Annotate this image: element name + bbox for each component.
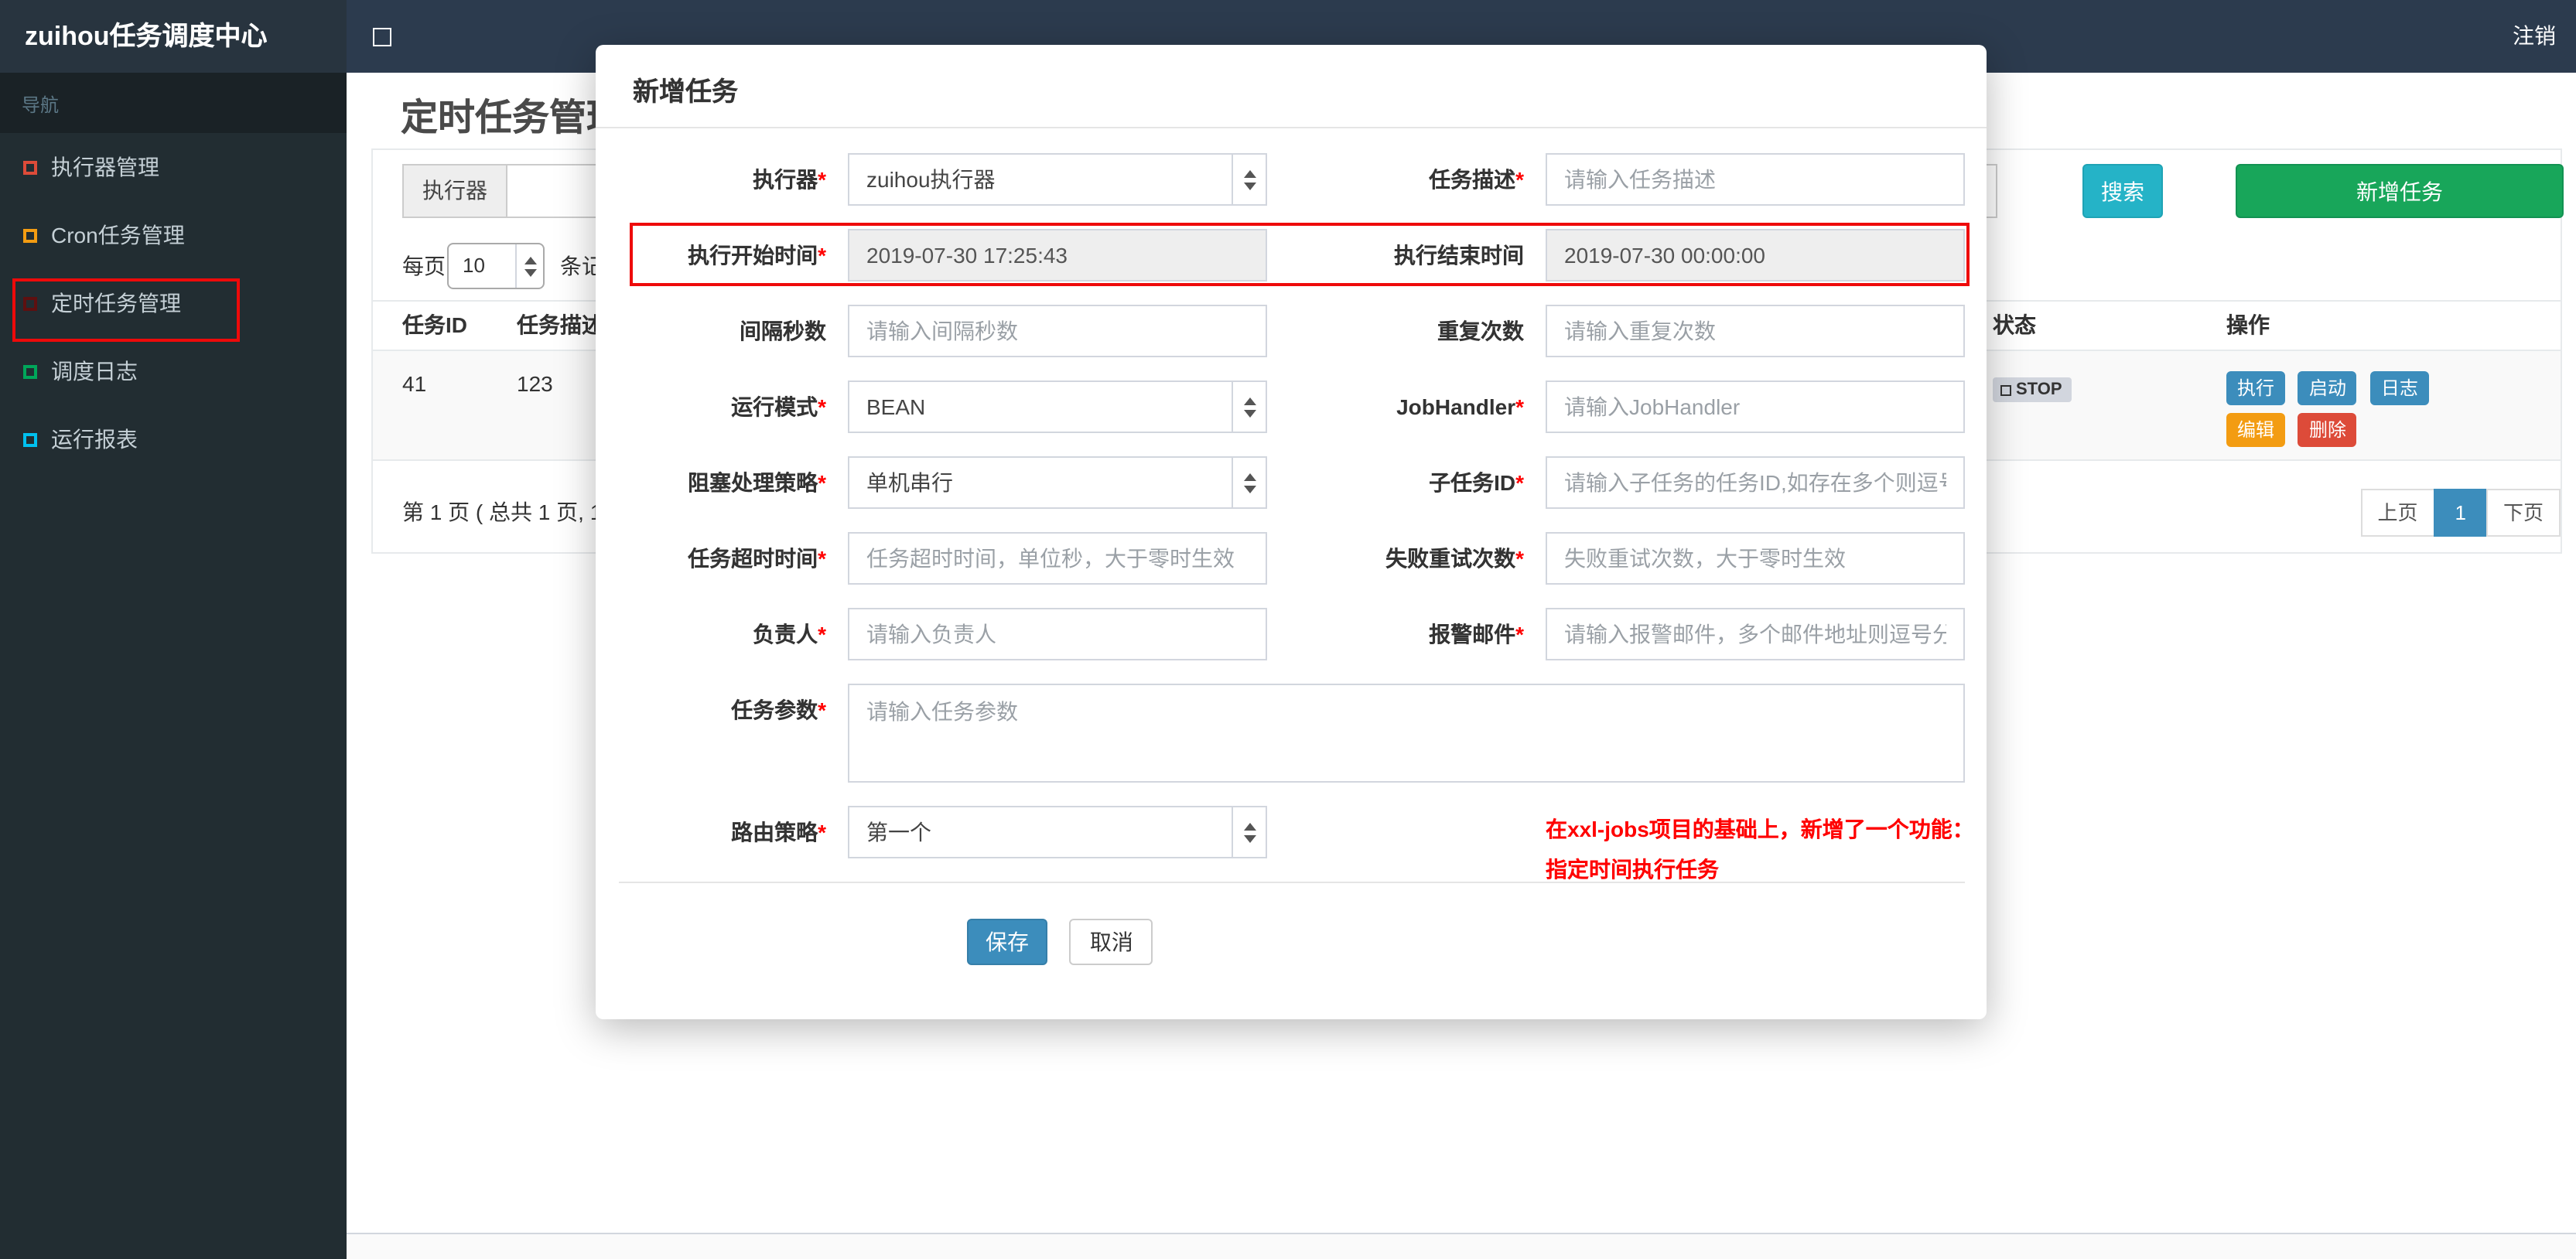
chevron-updown-icon bbox=[1232, 382, 1266, 432]
owner-input[interactable] bbox=[848, 608, 1267, 660]
add-task-button[interactable]: 新增任务 bbox=[2236, 164, 2564, 218]
modal-body: 执行器* zuihou执行器 任务描述* 执行开始时间* 执行结束时间 间隔秒数… bbox=[596, 128, 1987, 965]
interval-input[interactable] bbox=[848, 305, 1267, 357]
end-time-input[interactable] bbox=[1546, 229, 1965, 281]
executor-select[interactable]: zuihou执行器 bbox=[848, 153, 1267, 206]
timeout-label: 任务超时时间* bbox=[688, 546, 826, 571]
brand-title: zuihou任务调度中心 bbox=[0, 0, 347, 73]
start-time-input[interactable] bbox=[848, 229, 1267, 281]
repeat-count-label: 重复次数 bbox=[1437, 319, 1524, 343]
owner-label: 负责人* bbox=[753, 622, 826, 647]
chevron-updown-icon bbox=[515, 244, 543, 288]
jobhandler-input[interactable] bbox=[1546, 380, 1965, 433]
feature-note: 在xxl-jobs项目的基础上，新增了一个功能： 指定时间执行任务 bbox=[1546, 806, 1974, 882]
modal-footer: 保存 取消 bbox=[619, 883, 1965, 965]
status-badge: STOP bbox=[1993, 377, 2072, 402]
add-task-modal: 新增任务 执行器* zuihou执行器 任务描述* 执行开始时间* 执行结束时间… bbox=[596, 45, 1987, 1019]
block-strategy-label: 阻塞处理策略* bbox=[688, 470, 826, 495]
delete-button[interactable]: 删除 bbox=[2298, 413, 2357, 447]
sidebar: 导航 执行器管理 Cron任务管理 定时任务管理 调度日志 运行报表 bbox=[0, 73, 347, 1259]
start-time-label: 执行开始时间* bbox=[688, 243, 826, 268]
route-strategy-select[interactable]: 第一个 bbox=[848, 806, 1267, 858]
sidebar-item-run-report[interactable]: 运行报表 bbox=[0, 405, 347, 473]
sidebar-item-schedule-log[interactable]: 调度日志 bbox=[0, 337, 347, 405]
executor-filter-label: 执行器 bbox=[402, 164, 506, 218]
chevron-updown-icon bbox=[1232, 458, 1266, 507]
prev-page-button[interactable]: 上页 bbox=[2360, 489, 2435, 537]
row-actions: 执行 启动 日志 编辑 删除 bbox=[2226, 371, 2443, 455]
search-button[interactable]: 搜索 bbox=[2082, 164, 2163, 218]
modal-title: 新增任务 bbox=[633, 77, 738, 107]
col-header-actions: 操作 bbox=[2226, 312, 2270, 337]
sidebar-nav-label: 导航 bbox=[0, 73, 347, 133]
per-page-label: 每页 bbox=[402, 254, 446, 278]
square-icon bbox=[23, 364, 37, 378]
select-value: BEAN bbox=[866, 394, 926, 419]
page-footer bbox=[347, 1233, 2576, 1259]
sidebar-item-label: 执行器管理 bbox=[51, 155, 159, 179]
per-page-select[interactable]: 10 bbox=[447, 243, 545, 289]
sidebar-item-label: 调度日志 bbox=[51, 359, 138, 384]
sidebar-item-label: 定时任务管理 bbox=[51, 291, 181, 316]
alarm-email-label: 报警邮件* bbox=[1429, 622, 1524, 647]
repeat-count-input[interactable] bbox=[1546, 305, 1965, 357]
sidebar-item-label: Cron任务管理 bbox=[51, 223, 185, 247]
sidebar-item-label: 运行报表 bbox=[51, 427, 138, 452]
child-task-input[interactable] bbox=[1546, 456, 1965, 509]
square-icon bbox=[23, 160, 37, 174]
run-mode-select[interactable]: BEAN bbox=[848, 380, 1267, 433]
log-button[interactable]: 日志 bbox=[2369, 371, 2429, 405]
edit-button[interactable]: 编辑 bbox=[2226, 413, 2286, 447]
square-icon bbox=[23, 228, 37, 242]
stop-icon bbox=[2000, 384, 2011, 395]
cancel-button[interactable]: 取消 bbox=[1069, 919, 1153, 965]
select-value: 第一个 bbox=[866, 820, 931, 844]
execute-button[interactable]: 执行 bbox=[2226, 371, 2286, 405]
alarm-email-input[interactable] bbox=[1546, 608, 1965, 660]
chevron-updown-icon bbox=[1232, 807, 1266, 857]
page-title: 定时任务管理 bbox=[401, 97, 624, 139]
block-strategy-select[interactable]: 单机串行 bbox=[848, 456, 1267, 509]
feature-note-line2: 指定时间执行任务 bbox=[1546, 857, 1719, 882]
start-button[interactable]: 启动 bbox=[2298, 371, 2357, 405]
jobhandler-label: JobHandler* bbox=[1396, 394, 1524, 419]
timeout-input[interactable] bbox=[848, 532, 1267, 585]
square-icon bbox=[23, 432, 37, 446]
end-time-label: 执行结束时间 bbox=[1394, 243, 1524, 268]
page-1-button[interactable]: 1 bbox=[2433, 489, 2488, 537]
cell-task-desc: 123 bbox=[517, 371, 553, 396]
pagination: 上页 1 下页 bbox=[2360, 489, 2561, 537]
sidebar-toggle-icon[interactable] bbox=[373, 28, 391, 46]
modal-header: 新增任务 bbox=[596, 45, 1987, 128]
sidebar-item-cron-task-manage[interactable]: Cron任务管理 bbox=[0, 201, 347, 269]
select-value: 单机串行 bbox=[866, 470, 953, 495]
per-page-value: 10 bbox=[463, 254, 485, 277]
chevron-updown-icon bbox=[1232, 155, 1266, 204]
logout-link[interactable]: 注销 bbox=[2513, 0, 2556, 73]
child-task-label: 子任务ID* bbox=[1429, 470, 1524, 495]
route-strategy-label: 路由策略* bbox=[731, 820, 826, 844]
next-page-button[interactable]: 下页 bbox=[2485, 489, 2561, 537]
feature-note-line1: 在xxl-jobs项目的基础上，新增了一个功能： bbox=[1546, 817, 1974, 841]
select-value: zuihou执行器 bbox=[866, 167, 996, 192]
square-icon bbox=[23, 296, 37, 310]
col-header-task-id: 任务ID bbox=[402, 312, 467, 337]
sidebar-item-timed-task-manage[interactable]: 定时任务管理 bbox=[0, 269, 347, 337]
task-desc-input[interactable] bbox=[1546, 153, 1965, 206]
task-desc-label: 任务描述* bbox=[1429, 167, 1524, 192]
task-params-textarea[interactable] bbox=[848, 684, 1965, 783]
app-root: zuihou任务调度中心 注销 导航 执行器管理 Cron任务管理 定时任务管理… bbox=[0, 0, 2576, 1259]
sidebar-item-executor-manage[interactable]: 执行器管理 bbox=[0, 133, 347, 201]
retry-count-label: 失败重试次数* bbox=[1385, 546, 1524, 571]
retry-count-input[interactable] bbox=[1546, 532, 1965, 585]
cell-task-id: 41 bbox=[402, 371, 427, 396]
task-params-label: 任务参数* bbox=[731, 698, 826, 722]
col-header-status: 状态 bbox=[1993, 312, 2036, 337]
interval-label: 间隔秒数 bbox=[740, 319, 826, 343]
col-header-task-desc: 任务描述 bbox=[517, 312, 603, 337]
executor-label: 执行器* bbox=[753, 167, 826, 192]
run-mode-label: 运行模式* bbox=[731, 394, 826, 419]
status-text: STOP bbox=[2016, 380, 2062, 399]
save-button[interactable]: 保存 bbox=[967, 919, 1047, 965]
